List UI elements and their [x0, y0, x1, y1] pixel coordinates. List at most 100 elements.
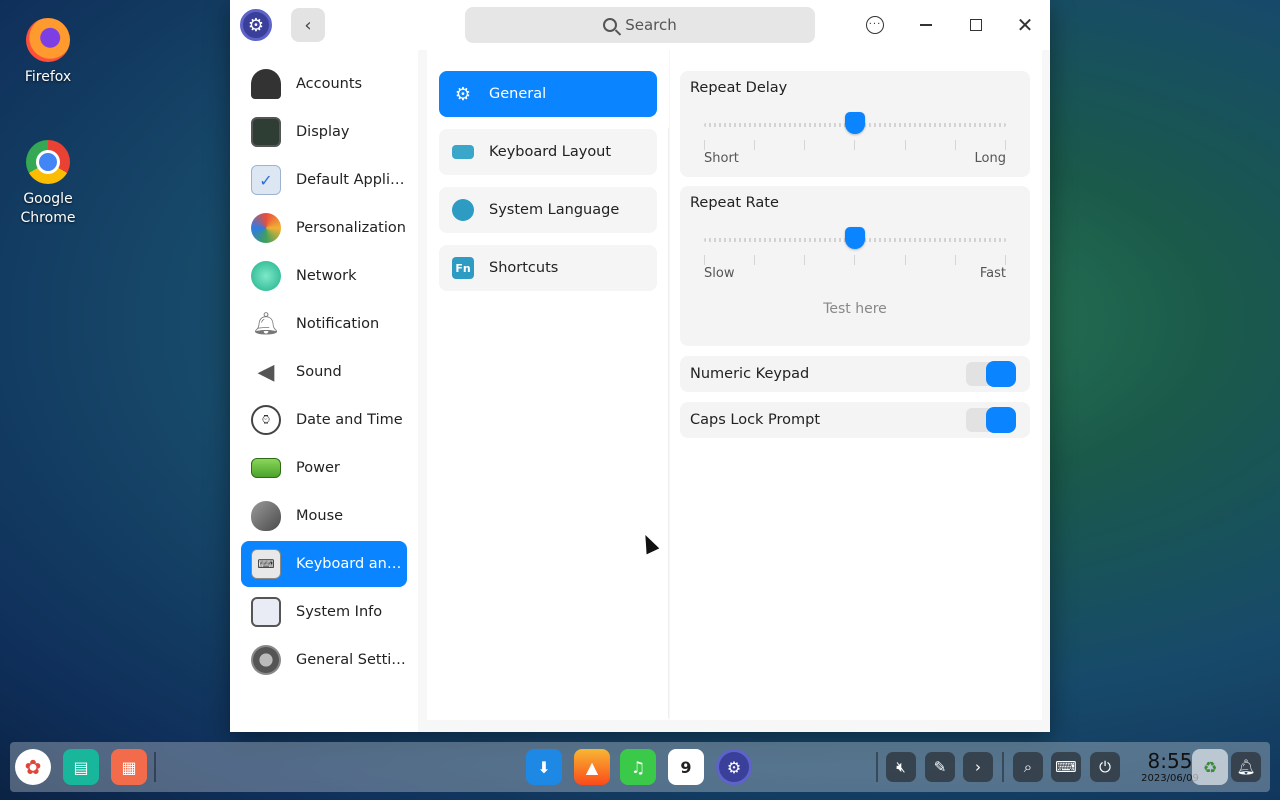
sidebar-item-personalization[interactable]: Personalization	[241, 205, 407, 251]
bell-icon: 🔔︎	[1236, 758, 1256, 776]
onscreen-keyboard-button[interactable]: ⌨︎	[1051, 752, 1081, 782]
numeric-keypad-label: Numeric Keypad	[690, 366, 810, 382]
taskbar: ✿ ▤ ▦ ⬇ ▲ ♫ 9 ⚙ 🔇︎ ✎ › ⌕ ⌨︎ ⏻ 8:55 2023/…	[10, 742, 1270, 792]
subnav-label: Keyboard Layout	[489, 144, 612, 160]
dock-app-calendar[interactable]: 9	[668, 749, 704, 785]
keyboard-icon: ⌨︎	[251, 549, 281, 579]
repeat-delay-card: Repeat Delay Short Long	[680, 71, 1030, 177]
sidebar-item-label: Power	[296, 460, 340, 476]
caps-lock-prompt-label: Caps Lock Prompt	[690, 412, 821, 428]
trash-icon: ♻	[1202, 757, 1218, 777]
close-button[interactable]: ✕	[1010, 10, 1040, 40]
tray-expand-button[interactable]: ›	[963, 752, 993, 782]
maximize-button[interactable]	[961, 10, 991, 40]
multitasking-button[interactable]: ▤	[63, 749, 99, 785]
launcher-button[interactable]: ✿	[15, 749, 51, 785]
repeat-rate-slider-handle[interactable]	[845, 227, 865, 249]
desktop-icon-firefox[interactable]: Firefox	[0, 18, 96, 87]
repeat-delay-slider-handle[interactable]	[845, 112, 865, 134]
desktop-icon-chrome[interactable]: Google Chrome	[0, 140, 96, 228]
repeat-delay-title: Repeat Delay	[690, 80, 788, 96]
sidebar-item-power[interactable]: Power	[241, 445, 407, 491]
back-button[interactable]: ‹	[291, 8, 325, 42]
subnav-label: System Language	[489, 202, 620, 218]
mouse-icon	[251, 501, 281, 531]
sidebar-item-default-applications[interactable]: ✓ Default Applic...	[241, 157, 407, 203]
volume-muted-icon: 🔇︎	[896, 758, 906, 776]
dock-app-music[interactable]: ♫	[620, 749, 656, 785]
personalization-icon	[251, 213, 281, 243]
launcher-icon: ✿	[24, 755, 42, 779]
sidebar-item-label: Mouse	[296, 508, 344, 524]
general-settings-panel: Repeat Delay Short Long Repeat Rate Slow…	[670, 50, 1042, 720]
dock-separator	[1002, 752, 1004, 782]
keyboard-layout-icon	[452, 145, 474, 159]
subnav-shortcuts[interactable]: Fn Shortcuts	[439, 245, 657, 291]
desktop-button[interactable]: ▦	[111, 749, 147, 785]
numeric-keypad-toggle[interactable]	[966, 361, 1016, 387]
main-menu-button[interactable]: ···	[860, 10, 890, 40]
caps-lock-prompt-row: Caps Lock Prompt	[680, 402, 1030, 438]
network-icon	[251, 261, 281, 291]
screenshot-button[interactable]: ✎	[925, 752, 955, 782]
sidebar-item-sound[interactable]: ◀ Sound	[241, 349, 407, 395]
title-bar: ⚙ ‹ Search ··· ✕	[230, 0, 1050, 50]
sidebar-item-label: Default Applic...	[296, 172, 406, 188]
subnav-keyboard-layout[interactable]: Keyboard Layout	[439, 129, 657, 175]
test-here-input[interactable]: Test here	[680, 301, 1030, 317]
gear-icon: ⚙	[454, 83, 472, 105]
sidebar-item-label: Display	[296, 124, 350, 140]
power-button[interactable]: ⏻	[1090, 752, 1120, 782]
repeat-rate-min-label: Slow	[704, 266, 735, 281]
search-icon: ⌕	[1023, 758, 1033, 776]
search-placeholder: Search	[625, 16, 677, 34]
sidebar-item-accounts[interactable]: Accounts	[241, 61, 407, 107]
subnav-system-language[interactable]: System Language	[439, 187, 657, 233]
notification-center-button[interactable]: 🔔︎	[1231, 752, 1261, 782]
keyboard-subnav: ⚙ General Keyboard Layout System Languag…	[427, 50, 669, 720]
sidebar-item-label: Personalization	[296, 220, 406, 236]
notification-icon: 🔔︎	[252, 311, 280, 337]
sidebar-item-label: Network	[296, 268, 357, 284]
fn-icon: Fn	[452, 257, 474, 279]
dock-app-control-center[interactable]: ⚙	[716, 749, 752, 785]
sidebar-item-date-time[interactable]: ⌚︎ Date and Time	[241, 397, 407, 443]
system-info-icon	[251, 597, 281, 627]
search-input[interactable]: Search	[465, 7, 815, 43]
minimize-button[interactable]	[911, 10, 941, 40]
sidebar-item-general-settings[interactable]: General Settin...	[241, 637, 407, 683]
volume-muted-button[interactable]: 🔇︎	[886, 752, 916, 782]
globe-icon	[452, 199, 474, 221]
default-applications-icon: ✓	[251, 165, 281, 195]
dock-app-app-store[interactable]: ⬇	[526, 749, 562, 785]
general-settings-icon	[251, 645, 281, 675]
pen-icon: ✎	[933, 758, 947, 776]
minimize-icon	[920, 24, 932, 26]
sidebar-item-network[interactable]: Network	[241, 253, 407, 299]
panel-divider	[668, 128, 669, 718]
repeat-delay-ticks	[704, 140, 1006, 150]
music-icon: ♫	[630, 757, 646, 777]
clock-icon: ⌚︎	[251, 405, 281, 435]
display-icon	[251, 117, 281, 147]
sidebar-item-label: System Info	[296, 604, 383, 620]
battery-icon	[251, 458, 281, 478]
repeat-rate-max-label: Fast	[979, 266, 1006, 281]
sidebar-item-display[interactable]: Display	[241, 109, 407, 155]
settings-window: ⚙ ‹ Search ··· ✕ Accounts Display ✓ Defa…	[230, 0, 1050, 732]
settings-sidebar: Accounts Display ✓ Default Applic... Per…	[230, 50, 418, 732]
desktop-icon-label: Firefox	[24, 69, 72, 85]
trash-button[interactable]: ♻	[1192, 749, 1228, 785]
sidebar-item-notification[interactable]: 🔔︎ Notification	[241, 301, 407, 347]
global-search-button[interactable]: ⌕	[1013, 752, 1043, 782]
repeat-rate-card: Repeat Rate Slow Fast Test here	[680, 186, 1030, 346]
maximize-icon	[970, 19, 982, 31]
repeat-rate-ticks	[704, 255, 1006, 265]
sidebar-item-system-info[interactable]: System Info	[241, 589, 407, 635]
subnav-general[interactable]: ⚙ General	[439, 71, 657, 117]
repeat-rate-title: Repeat Rate	[690, 195, 779, 211]
dock-app-image-viewer[interactable]: ▲	[574, 749, 610, 785]
caps-lock-prompt-toggle[interactable]	[966, 407, 1016, 433]
sidebar-item-mouse[interactable]: Mouse	[241, 493, 407, 539]
sidebar-item-keyboard[interactable]: ⌨︎ Keyboard and ...	[241, 541, 407, 587]
